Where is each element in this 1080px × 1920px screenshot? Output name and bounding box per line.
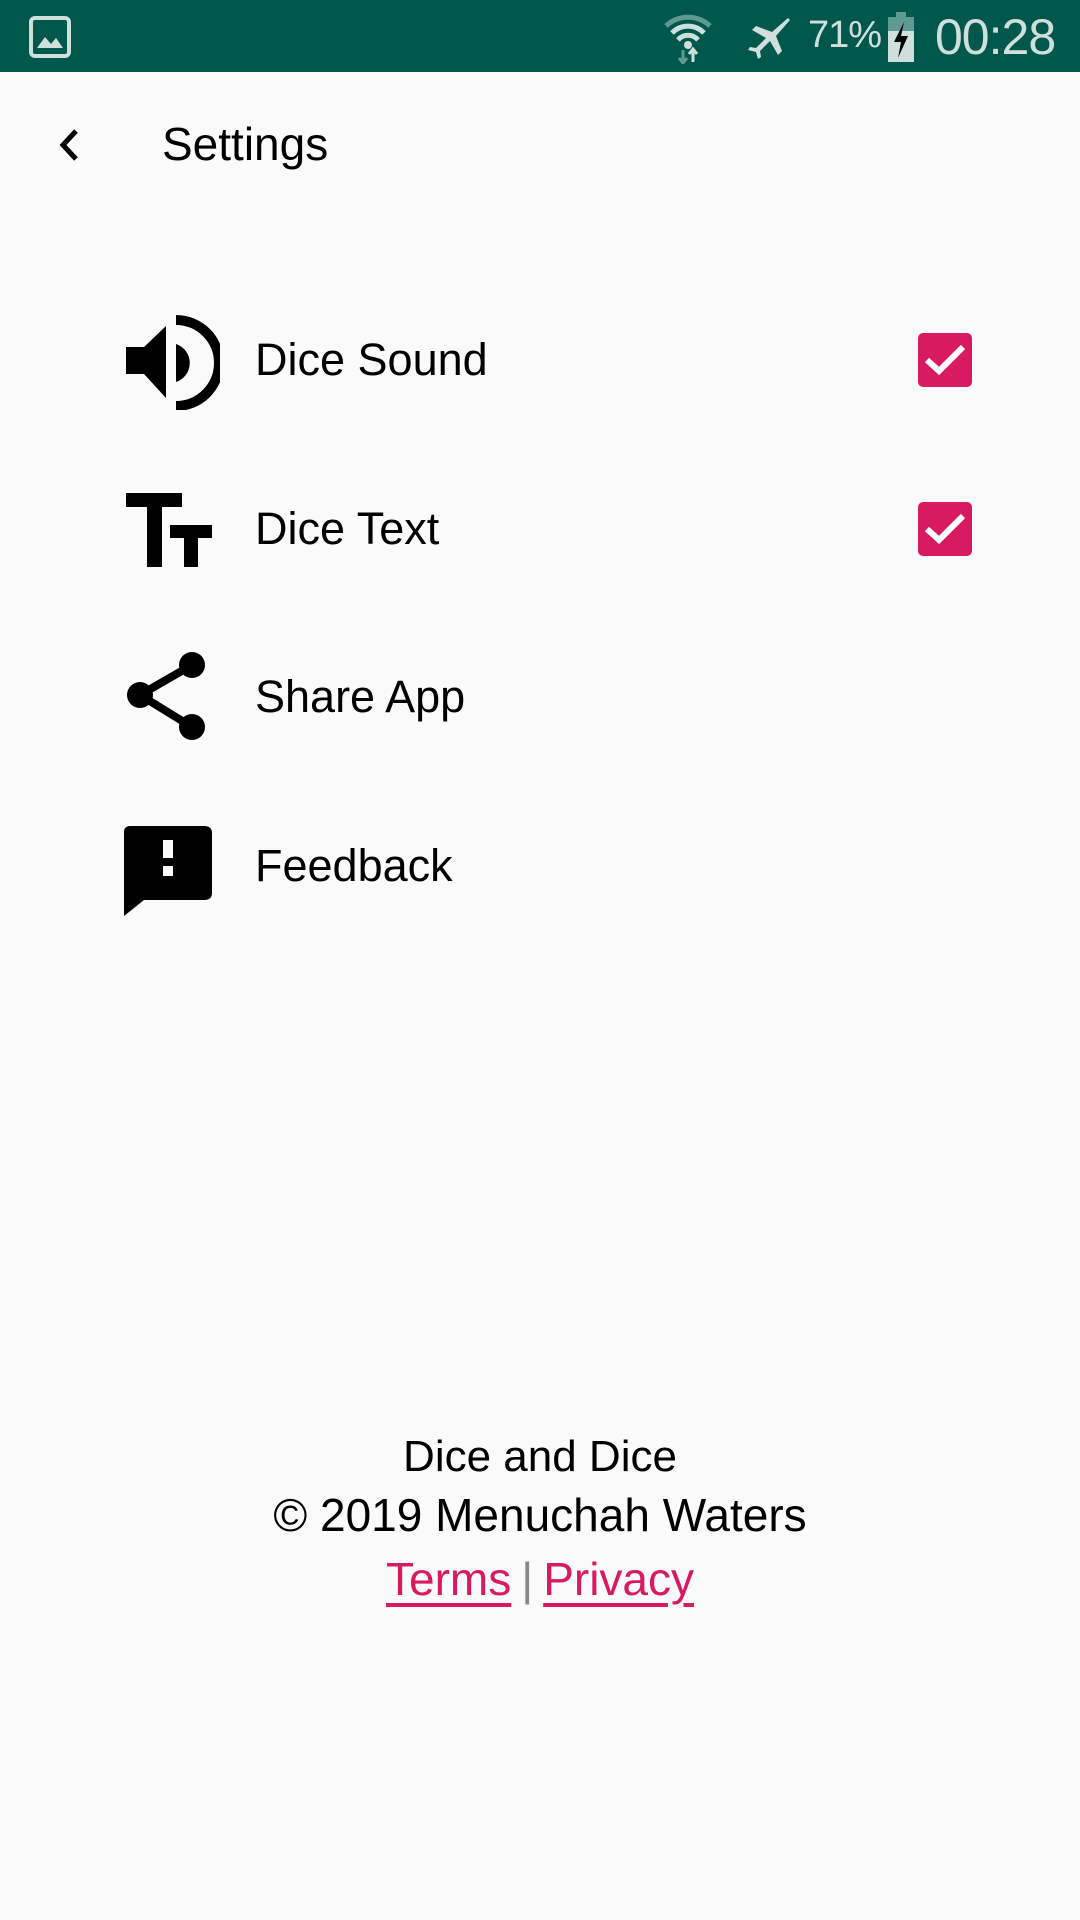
terms-link[interactable]: Terms (386, 1553, 511, 1605)
gallery-notification-icon (29, 16, 71, 58)
status-bar: 71% 00:28 (0, 0, 1080, 72)
setting-feedback[interactable]: Feedback (0, 791, 1080, 941)
setting-dice-sound[interactable]: Dice Sound (0, 285, 1080, 435)
back-button[interactable] (40, 112, 98, 178)
legal-links: Terms | Privacy (0, 1550, 1080, 1608)
checkmark-icon (924, 513, 966, 545)
share-icon (127, 652, 205, 740)
setting-dice-text[interactable]: Dice Text (0, 454, 1080, 604)
copyright: © 2019 Menuchah Waters (273, 1489, 807, 1541)
battery-percent: 71% (808, 14, 882, 56)
setting-label: Share App (255, 671, 466, 722)
clock: 00:28 (935, 9, 1056, 65)
link-separator: | (521, 1553, 534, 1605)
airplane-mode-icon (748, 18, 790, 59)
back-arrow-icon (59, 129, 78, 161)
feedback-icon (124, 826, 212, 916)
page-title: Settings (162, 118, 329, 170)
dice-sound-checkbox[interactable] (918, 333, 972, 387)
privacy-link[interactable]: Privacy (543, 1553, 694, 1605)
dice-text-checkbox[interactable] (918, 502, 972, 556)
setting-label: Dice Text (255, 503, 440, 554)
checkmark-icon (924, 344, 966, 376)
setting-share-app[interactable]: Share App (0, 622, 1080, 772)
app-name: Dice and Dice (403, 1432, 677, 1481)
setting-label: Dice Sound (255, 334, 488, 385)
text-fields-icon (126, 493, 212, 567)
setting-label: Feedback (255, 840, 453, 891)
wifi-icon (664, 14, 712, 64)
battery-charging-icon (888, 12, 914, 62)
volume-up-icon (126, 315, 220, 410)
